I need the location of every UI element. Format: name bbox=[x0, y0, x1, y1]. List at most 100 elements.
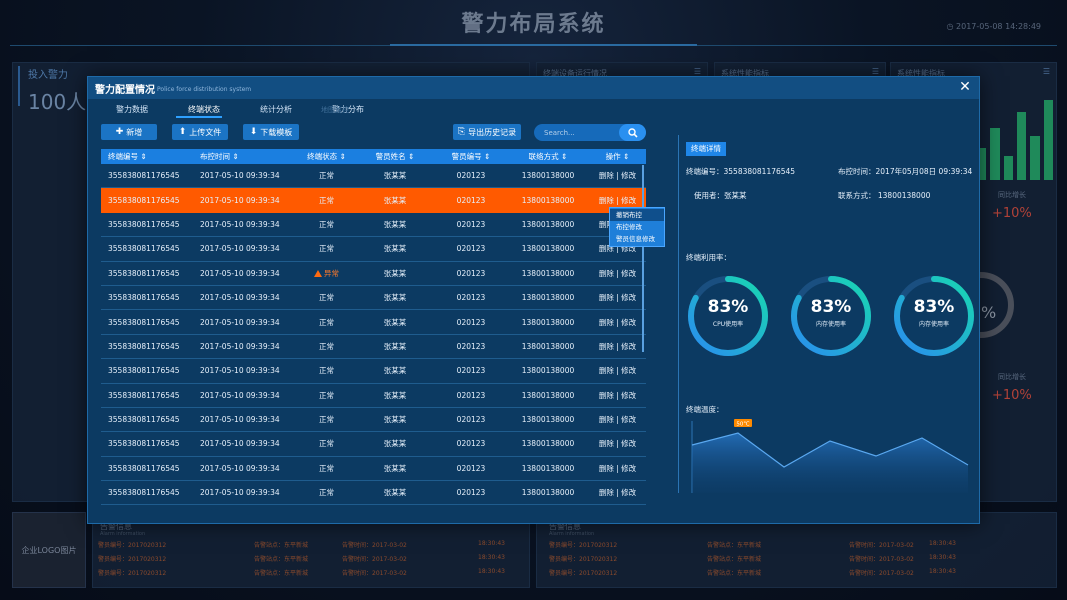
cell-actions[interactable]: 删除 | 修改 bbox=[589, 438, 646, 449]
table-body: 355838081176545 2017-05-10 09:39:34 正常 张某某 0… bbox=[101, 164, 646, 506]
col-terminal-id[interactable]: 终端编号 ⇕ bbox=[101, 151, 196, 162]
cell-contact: 13800138000 bbox=[521, 366, 575, 376]
cell-status: 正常 bbox=[319, 219, 334, 229]
cpu-usage-gauge: 83% CPU使用率 bbox=[685, 273, 771, 359]
cell-actions[interactable]: 删除 | 修改 bbox=[589, 463, 646, 474]
cell-actions[interactable]: 删除 | 修改 bbox=[589, 365, 646, 376]
alert-field: 告警站点：东平新城 bbox=[254, 542, 309, 549]
search-button[interactable] bbox=[619, 124, 646, 141]
table-row[interactable]: 355838081176545 2017-05-10 09:39:34 正常 张某某 0… bbox=[101, 408, 646, 433]
col-officer-name[interactable]: 警员姓名 ⇕ bbox=[355, 151, 435, 162]
table-row[interactable]: 355838081176545 2017-05-10 09:39:34 正常 张某某 0… bbox=[101, 481, 646, 506]
alert-field: 警员编号：2017020312 bbox=[98, 556, 167, 563]
cell-actions[interactable]: 删除 | 修改 bbox=[589, 170, 646, 181]
table-row[interactable]: 355838081176545 2017-05-10 09:39:34 正常 张某某 0… bbox=[101, 213, 646, 238]
cell-deploy-time: 2017-05-10 09:39:34 bbox=[200, 244, 280, 254]
table-scrollbar[interactable] bbox=[642, 165, 644, 352]
table-row[interactable]: 355838081176545 2017-05-10 09:39:34 正常 张某某 0… bbox=[101, 237, 646, 262]
cell-contact: 13800138000 bbox=[521, 488, 575, 498]
temperature-title: 终端温度： bbox=[686, 405, 724, 414]
cell-contact: 13800138000 bbox=[521, 390, 575, 400]
cell-terminal-id: 355838081176545 bbox=[108, 171, 180, 181]
col-deploy-time[interactable]: 布控时间 ⇕ bbox=[196, 151, 298, 162]
status-text: 异常 bbox=[324, 268, 339, 278]
table-row[interactable]: 355838081176545 2017-05-10 09:39:34 正常 张某某 0… bbox=[101, 188, 646, 213]
cell-terminal-id: 355838081176545 bbox=[108, 268, 180, 278]
table-row[interactable]: 355838081176545 2017-05-10 09:39:34 正常 张某某 0… bbox=[101, 164, 646, 189]
menu-icon[interactable]: ☰ bbox=[1043, 67, 1050, 76]
cell-deploy-time: 2017-05-10 09:39:34 bbox=[200, 488, 280, 498]
menu-item-cancel-deploy[interactable]: 撤销布控 bbox=[610, 209, 664, 221]
col-contact[interactable]: 联络方式 ⇕ bbox=[507, 151, 589, 162]
cell-officer-name: 张某某 bbox=[383, 463, 407, 473]
cell-actions[interactable]: 删除 | 修改 bbox=[589, 317, 646, 328]
detail-contact: 联系方式： 13800138000 bbox=[838, 191, 931, 200]
upload-icon: ⬆ bbox=[178, 127, 187, 137]
growth-value: +10% bbox=[992, 388, 1032, 403]
cell-officer-no: 020123 bbox=[456, 171, 486, 181]
table-row[interactable]: 355838081176545 2017-05-10 09:39:34 异常 张某某 0… bbox=[101, 262, 646, 286]
col-status[interactable]: 终端状态 ⇕ bbox=[298, 151, 355, 162]
menu-item-edit-officer[interactable]: 警员信息修改 bbox=[610, 233, 664, 245]
temp-area bbox=[692, 433, 968, 493]
memory-usage-gauge-2: 83% 内存使用率 bbox=[891, 273, 977, 359]
cell-officer-no: 020123 bbox=[456, 195, 486, 205]
cell-contact: 13800138000 bbox=[521, 219, 575, 229]
close-icon[interactable]: ✕ bbox=[957, 79, 973, 95]
cell-officer-name: 张某某 bbox=[383, 366, 407, 376]
cell-status: 正常 bbox=[319, 366, 334, 376]
temperature-chart: 50℃ bbox=[691, 419, 969, 493]
upload-button[interactable]: ⬆ 上传文件 bbox=[172, 124, 228, 140]
download-template-button[interactable]: ⬇ 下载模板 bbox=[243, 124, 299, 140]
cell-actions[interactable]: 删除 | 修改 bbox=[589, 292, 646, 303]
table-row[interactable]: 355838081176545 2017-05-10 09:39:34 正常 张某某 0… bbox=[101, 432, 646, 457]
menu-icon[interactable]: ☰ bbox=[872, 67, 879, 76]
cell-deploy-time: 2017-05-10 09:39:34 bbox=[200, 390, 280, 400]
menu-icon[interactable]: ☰ bbox=[694, 67, 701, 76]
table-row[interactable]: 355838081176545 2017-05-10 09:39:34 正常 张某某 0… bbox=[101, 310, 646, 335]
tab-police-data[interactable]: 警力数据 bbox=[104, 102, 150, 118]
cell-status: 异常 bbox=[298, 268, 355, 279]
temp-marker-label: 50℃ bbox=[736, 420, 749, 427]
table-row[interactable]: 355838081176545 2017-05-10 09:39:34 正常 张某某 0… bbox=[101, 335, 646, 360]
cell-officer-name: 张某某 bbox=[383, 219, 407, 229]
export-history-button[interactable]: ⎘ 导出历史记录 bbox=[453, 124, 521, 140]
cell-status: 正常 bbox=[319, 195, 334, 205]
cell-contact: 13800138000 bbox=[521, 244, 575, 254]
cell-contact: 13800138000 bbox=[521, 439, 575, 449]
search-input[interactable] bbox=[544, 128, 622, 137]
cell-actions[interactable]: 删除 | 修改 bbox=[589, 390, 646, 401]
menu-item-edit-deploy[interactable]: 布控修改 bbox=[610, 221, 664, 233]
cell-terminal-id: 355838081176545 bbox=[108, 317, 180, 327]
cell-status: 正常 bbox=[319, 439, 334, 449]
cell-deploy-time: 2017-05-10 09:39:34 bbox=[200, 366, 280, 376]
cell-actions[interactable]: 删除 | 修改 bbox=[589, 268, 646, 279]
gauge-value: 83% bbox=[707, 297, 749, 317]
tab-statistics[interactable]: 统计分析 bbox=[248, 102, 294, 118]
gauge-value: 83% bbox=[913, 297, 955, 317]
cell-status: 正常 bbox=[319, 390, 334, 400]
cell-contact: 13800138000 bbox=[521, 268, 575, 278]
table-row[interactable]: 355838081176545 2017-05-10 09:39:34 正常 张某某 0… bbox=[101, 457, 646, 482]
cell-actions[interactable]: 删除 | 修改 bbox=[589, 195, 646, 206]
cell-actions[interactable]: 删除 | 修改 bbox=[589, 414, 646, 425]
table-row[interactable]: 355838081176545 2017-05-10 09:39:34 正常 张某某 0… bbox=[101, 286, 646, 311]
tab-terminal-status[interactable]: 终端状态 bbox=[176, 102, 222, 118]
cell-terminal-id: 355838081176545 bbox=[108, 439, 180, 449]
cell-officer-no: 020123 bbox=[456, 415, 486, 425]
cell-officer-name: 张某某 bbox=[383, 293, 407, 303]
alert-field: 告警时间：2017-03-02 bbox=[342, 556, 407, 563]
alert-field: 告警时间：2017-03-02 bbox=[342, 542, 407, 549]
cell-officer-no: 020123 bbox=[456, 268, 486, 278]
cell-actions[interactable]: 删除 | 修改 bbox=[589, 487, 646, 498]
table-row[interactable]: 355838081176545 2017-05-10 09:39:34 正常 张某某 0… bbox=[101, 359, 646, 384]
cell-actions[interactable]: 删除 | 修改 bbox=[589, 341, 646, 352]
col-officer-no[interactable]: 警员编号 ⇕ bbox=[435, 151, 507, 162]
terminal-detail-tag: 终端详情 bbox=[686, 142, 726, 156]
table-row[interactable]: 355838081176545 2017-05-10 09:39:34 正常 张某某 0… bbox=[101, 384, 646, 408]
table-header: 终端编号 ⇕ 布控时间 ⇕ 终端状态 ⇕ 警员姓名 ⇕ 警员编号 ⇕ 联络方式 … bbox=[101, 149, 646, 164]
cell-deploy-time: 2017-05-10 09:39:34 bbox=[200, 219, 280, 229]
modal-title: 警力配置情况 bbox=[95, 85, 155, 96]
add-button[interactable]: ✚ 新增 bbox=[101, 124, 157, 140]
col-actions[interactable]: 操作 ⇕ bbox=[589, 151, 646, 162]
